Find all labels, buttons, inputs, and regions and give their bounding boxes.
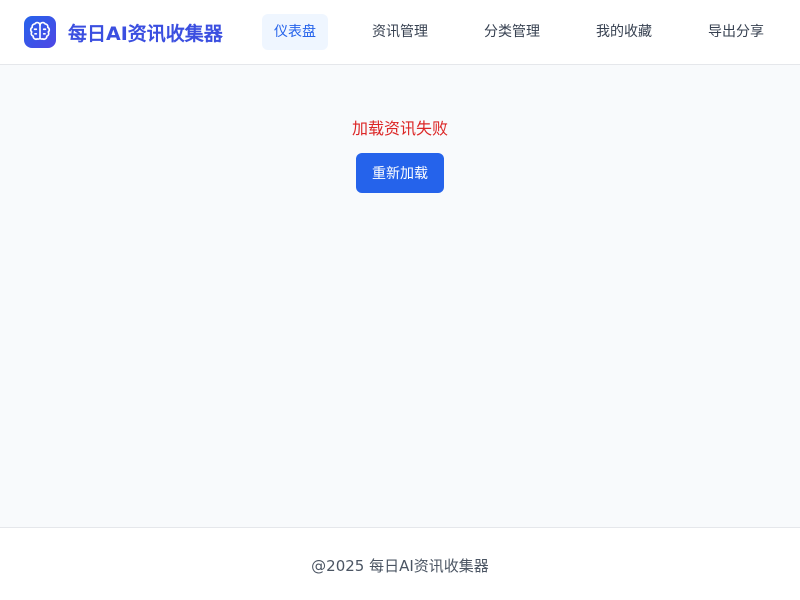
nav-item-news-management[interactable]: 资讯管理 <box>360 14 440 50</box>
footer-copyright: @2025 每日AI资讯收集器 <box>311 557 489 575</box>
reload-button[interactable]: 重新加载 <box>356 153 444 193</box>
top-header: 每日AI资讯收集器 仪表盘 资讯管理 分类管理 我的收藏 导出分享 <box>0 0 800 65</box>
app-logo[interactable]: 每日AI资讯收集器 <box>24 16 223 48</box>
nav-item-dashboard[interactable]: 仪表盘 <box>262 14 328 50</box>
nav-item-category-management[interactable]: 分类管理 <box>472 14 552 50</box>
error-message: 加载资讯失败 <box>351 119 448 138</box>
brain-icon <box>24 16 56 48</box>
page-footer: @2025 每日AI资讯收集器 <box>0 527 800 600</box>
nav-item-favorites[interactable]: 我的收藏 <box>584 14 664 50</box>
app-title: 每日AI资讯收集器 <box>68 22 223 45</box>
nav-item-export-share[interactable]: 导出分享 <box>696 14 776 50</box>
main-content: 加载资讯失败 重新加载 <box>0 65 800 527</box>
